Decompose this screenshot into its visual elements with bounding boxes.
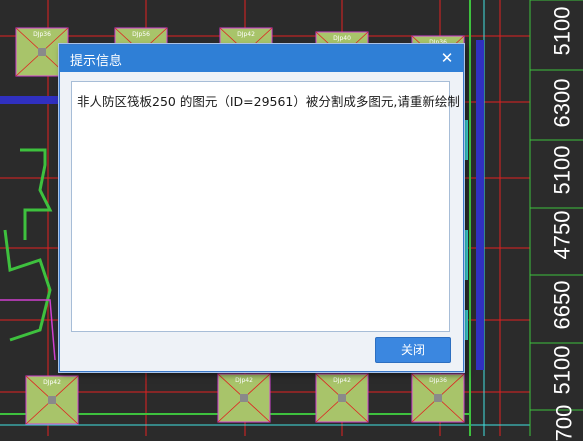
pile-column (240, 394, 248, 402)
pile-column (434, 394, 442, 402)
pile-cap: DJp36 (411, 373, 465, 423)
pile-cap: DJp42 (217, 373, 271, 423)
pile-label: DJp42 (237, 31, 255, 38)
pile-label: DJp42 (43, 379, 61, 386)
dialog-title-bar[interactable]: 提示信息 ✕ (60, 45, 463, 72)
pile-label: DJp42 (333, 377, 351, 384)
pile-cap: DJp42 (25, 375, 79, 425)
ruler-dim-2: 6300 (549, 78, 575, 128)
ruler-dim-5: 6650 (549, 280, 575, 330)
ruler-dim-6: 5100 (549, 345, 575, 395)
pile-column (48, 396, 56, 404)
pile-column (38, 48, 46, 56)
ruler-dim-1: 5100 (549, 6, 575, 56)
pile-label: DJp42 (235, 377, 253, 384)
pile-cap: DJp42 (315, 373, 369, 423)
close-icon[interactable]: ✕ (437, 48, 457, 68)
pile-label: DJp40 (333, 35, 351, 42)
ruler-dim-3: 5100 (549, 145, 575, 195)
hatch-strip (0, 96, 60, 104)
pile-column (338, 394, 346, 402)
pile-label: DJp36 (429, 377, 447, 384)
pile-label: DJp36 (33, 31, 51, 38)
message-text: 非人防区筏板250 的图元（ID=29561）被分割成多图元,请重新绘制 (77, 94, 460, 109)
ruler-dim-4: 4750 (549, 210, 575, 260)
hatch-strip (476, 40, 484, 370)
message-area[interactable]: 非人防区筏板250 的图元（ID=29561）被分割成多图元,请重新绘制 (71, 81, 460, 332)
message-dialog: 提示信息 ✕ 非人防区筏板250 的图元（ID=29561）被分割成多图元,请重… (59, 44, 464, 372)
pile-label: DJp56 (132, 31, 150, 38)
dialog-title: 提示信息 (70, 54, 123, 69)
close-button[interactable]: 关闭 (375, 337, 451, 363)
